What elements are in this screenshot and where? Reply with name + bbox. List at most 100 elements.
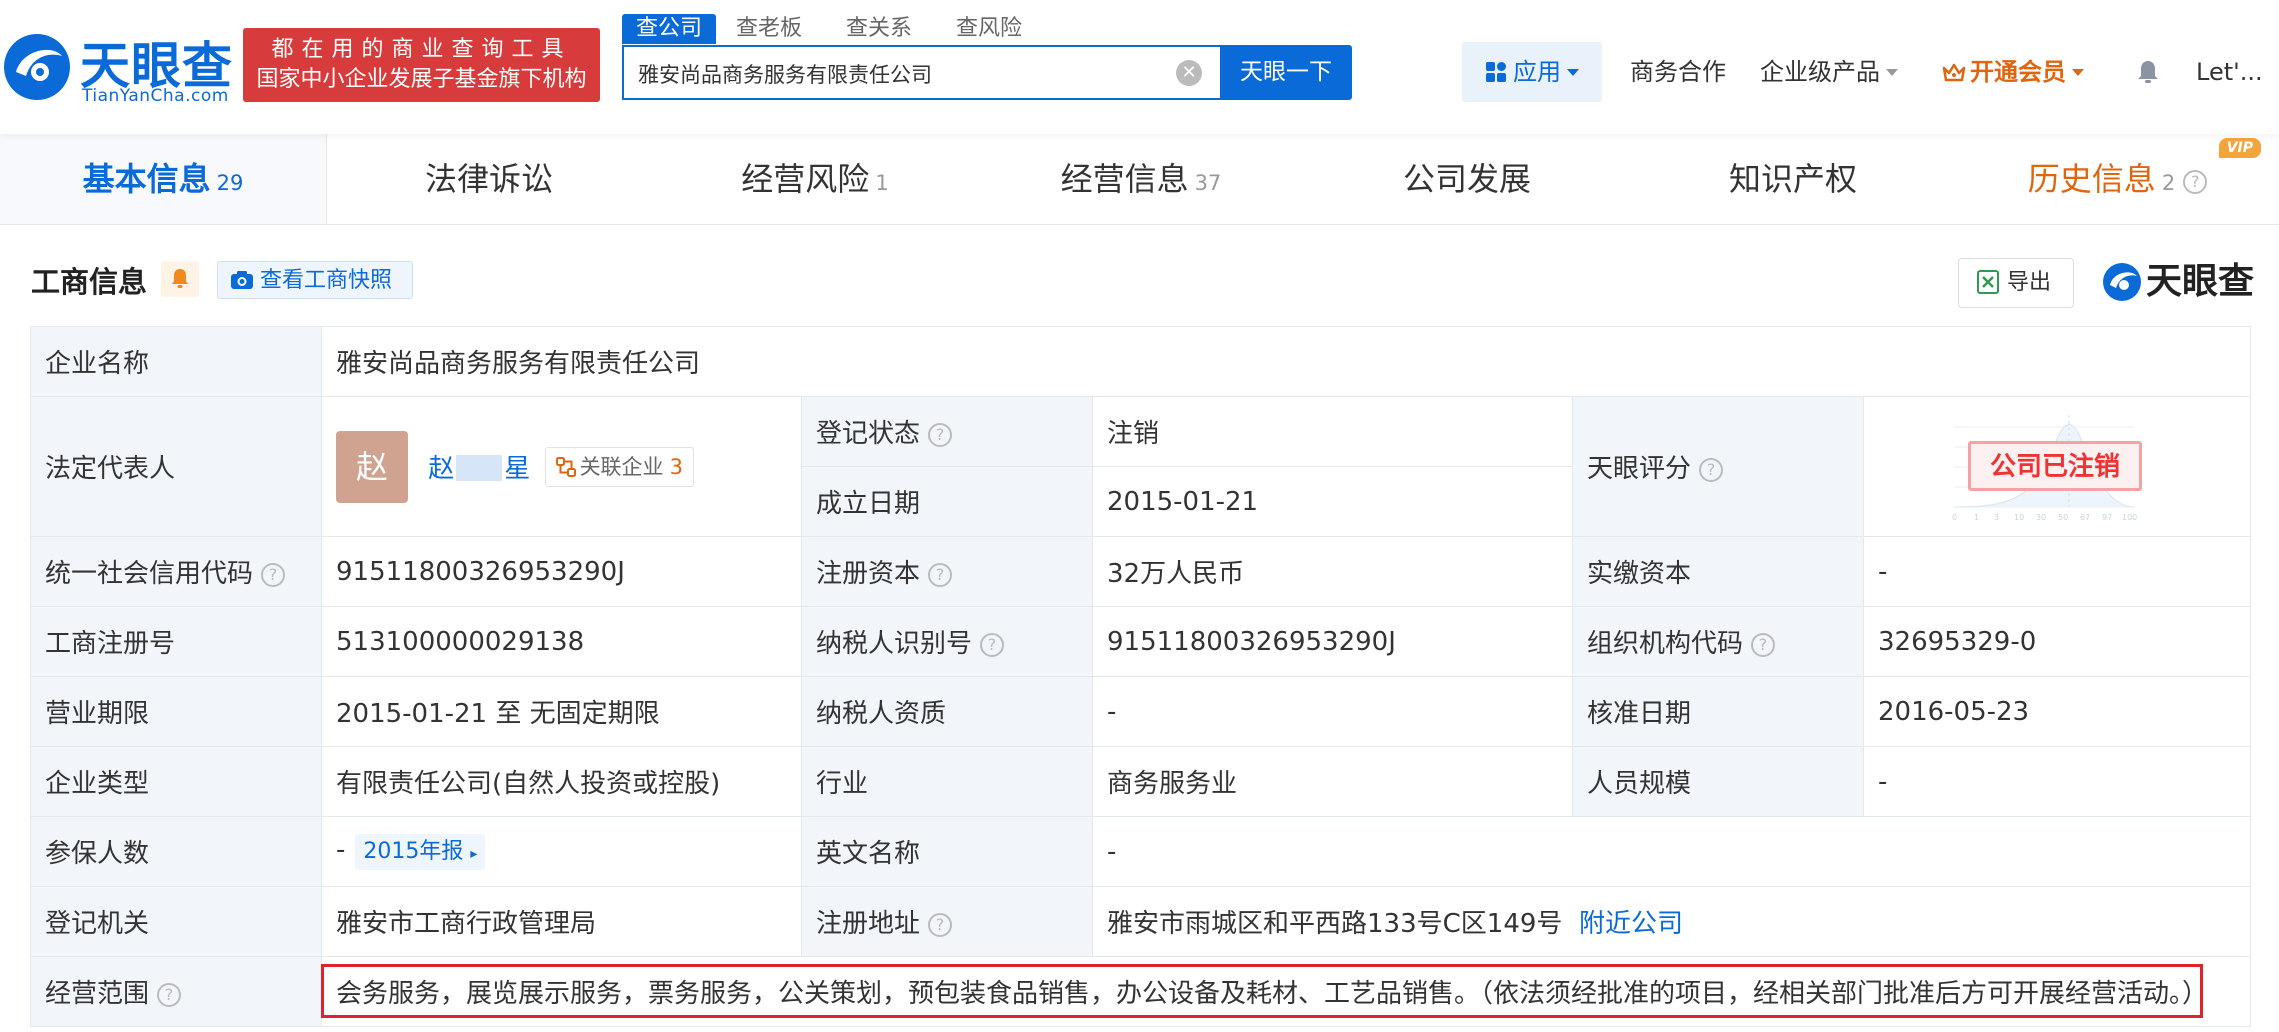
tab-legal[interactable]: 法律诉讼 bbox=[326, 134, 652, 224]
help-icon[interactable]: ? bbox=[261, 563, 286, 587]
help-icon[interactable]: ? bbox=[928, 423, 953, 447]
approve-date-label: 核准日期 bbox=[1572, 676, 1864, 747]
section-title: 工商信息 bbox=[31, 265, 148, 299]
snapshot-button[interactable]: 查看工商快照 bbox=[217, 261, 413, 299]
legal-rep-cell: 赵 赵星 关联企业 3 bbox=[321, 396, 802, 537]
staff-label: 人员规模 bbox=[1572, 746, 1864, 817]
logo-mark-icon bbox=[2103, 263, 2141, 301]
help-icon[interactable]: ? bbox=[980, 633, 1005, 657]
reg-status-label: 登记状态? bbox=[801, 396, 1093, 467]
nav-app-label: 应用 bbox=[1513, 58, 1561, 86]
watermark-text: 天眼查 bbox=[2146, 261, 2255, 302]
caret-right-icon: ▸ bbox=[470, 845, 478, 862]
monitor-bell[interactable] bbox=[161, 261, 199, 297]
legal-rep-name[interactable]: 赵星 bbox=[428, 448, 530, 485]
taxpayer-qual-label: 纳税人资质 bbox=[801, 676, 1093, 747]
search-tab-boss[interactable]: 查老板 bbox=[722, 14, 816, 44]
search-tab-relation[interactable]: 查关系 bbox=[832, 14, 926, 44]
english-name-value: - bbox=[1091, 816, 2252, 887]
founded-value: 2015-01-21 bbox=[1092, 466, 1573, 537]
excel-icon bbox=[1977, 270, 1999, 294]
scope-value: 会务服务，展览展示服务，票务服务，公关策划，预包装食品销售，办公设备及耗材、工艺… bbox=[320, 956, 2252, 1027]
credit-code-label: 统一社会信用代码? bbox=[30, 536, 322, 607]
company-name-value: 雅安尚品商务服务有限责任公司 bbox=[320, 326, 2252, 397]
svg-text:50: 50 bbox=[2058, 513, 2068, 522]
tab-ip[interactable]: 知识产权 bbox=[1630, 134, 1956, 224]
address-cell: 雅安市雨城区和平西路133号C区149号 附近公司 bbox=[1091, 886, 2252, 957]
paid-capital-label: 实缴资本 bbox=[1572, 536, 1864, 607]
tab-basic-info[interactable]: 基本信息 29 bbox=[0, 134, 327, 224]
bell-icon bbox=[172, 269, 188, 288]
related-companies-button[interactable]: 关联企业 3 bbox=[544, 446, 694, 487]
industry-value: 商务服务业 bbox=[1092, 746, 1573, 817]
logo-mark-icon bbox=[4, 34, 70, 100]
nav-app-menu[interactable]: 应用 bbox=[1462, 42, 1602, 102]
company-name-label: 企业名称 bbox=[30, 326, 322, 397]
table-row: 法定代表人 赵 赵星 关联企业 3 登记状态? 注销 天眼评分? 0 1 3 1… bbox=[30, 396, 2252, 537]
founded-label: 成立日期 bbox=[801, 466, 1093, 537]
nav-enterprise-label: 企业级产品 bbox=[1760, 58, 1880, 86]
english-name-label: 英文名称 bbox=[801, 816, 1093, 887]
clear-icon[interactable]: ✕ bbox=[1176, 60, 1202, 86]
user-menu[interactable]: Let'... bbox=[2196, 42, 2263, 102]
help-icon[interactable]: ? bbox=[1699, 458, 1724, 482]
table-row: 企业类型 有限责任公司(自然人投资或控股) 行业 商务服务业 人员规模 - bbox=[30, 746, 2252, 817]
address-value: 雅安市雨城区和平西路133号C区149号 bbox=[1107, 909, 1563, 939]
notification-bell[interactable] bbox=[2134, 42, 2162, 102]
org-code-label: 组织机构代码? bbox=[1572, 606, 1864, 677]
tab-operating-info[interactable]: 经营信息 37 bbox=[978, 134, 1304, 224]
avatar[interactable]: 赵 bbox=[336, 430, 408, 503]
insured-value: - bbox=[336, 834, 346, 865]
help-icon[interactable]: ? bbox=[928, 563, 953, 587]
relation-icon bbox=[555, 456, 576, 477]
slogan-line-2: 国家中小企业发展子基金旗下机构 bbox=[256, 67, 587, 92]
table-row: 营业期限 2015-01-21 至 无固定期限 纳税人资质 - 核准日期 201… bbox=[30, 676, 2252, 747]
svg-text:30: 30 bbox=[2036, 513, 2046, 522]
crown-icon bbox=[1942, 63, 1966, 82]
export-button[interactable]: 导出 bbox=[1958, 258, 2074, 308]
snapshot-label: 查看工商快照 bbox=[260, 268, 393, 293]
svg-text:10: 10 bbox=[2014, 513, 2024, 522]
score-cell: 0 1 3 10 30 50 67 97 100 公司已注销 bbox=[1862, 396, 2252, 537]
export-label: 导出 bbox=[2007, 270, 2052, 295]
nav-enterprise-products[interactable]: 企业级产品 bbox=[1760, 42, 1898, 102]
taxpayer-id-label: 纳税人识别号? bbox=[801, 606, 1093, 677]
term-value: 2015-01-21 至 无固定期限 bbox=[321, 676, 802, 747]
help-icon[interactable]: ? bbox=[157, 983, 182, 1007]
help-icon[interactable]: ? bbox=[928, 913, 953, 937]
slogan-banner: 都在用的商业查询工具 国家中小企业发展子基金旗下机构 bbox=[243, 28, 600, 102]
search-tab-company[interactable]: 查公司 bbox=[622, 14, 717, 44]
tianyancha-logo[interactable]: 天眼查 TianYanCha.com bbox=[2, 28, 232, 108]
nearby-companies-link[interactable]: 附近公司 bbox=[1579, 909, 1683, 939]
address-label: 注册地址? bbox=[801, 886, 1093, 957]
cancelled-stamp: 公司已注销 bbox=[1968, 441, 2142, 491]
search-input[interactable] bbox=[636, 47, 1180, 100]
reg-status-value: 注销 bbox=[1092, 396, 1573, 467]
reg-capital-label: 注册资本? bbox=[801, 536, 1093, 607]
tab-history[interactable]: 历史信息 2? VIP bbox=[1956, 134, 2279, 224]
table-row: 企业名称 雅安尚品商务服务有限责任公司 bbox=[30, 326, 2252, 397]
org-code-value: 32695329-0 bbox=[1862, 606, 2252, 677]
business-info-table: 企业名称 雅安尚品商务服务有限责任公司 法定代表人 赵 赵星 关联企业 3 登记状… bbox=[30, 326, 2252, 1027]
industry-label: 行业 bbox=[801, 746, 1093, 817]
top-header: 天眼查 TianYanCha.com 都在用的商业查询工具 国家中小企业发展子基… bbox=[0, 0, 2279, 134]
help-icon[interactable]: ? bbox=[2183, 170, 2208, 194]
reg-capital-value: 32万人民币 bbox=[1092, 536, 1573, 607]
tab-development[interactable]: 公司发展 bbox=[1304, 134, 1630, 224]
nav-vip[interactable]: 开通会员 bbox=[1942, 42, 2084, 102]
search-button[interactable]: 天眼一下 bbox=[1220, 45, 1352, 100]
nav-business[interactable]: 商务合作 bbox=[1630, 42, 1726, 102]
approve-date-value: 2016-05-23 bbox=[1862, 676, 2252, 747]
type-label: 企业类型 bbox=[30, 746, 322, 817]
annual-report-link[interactable]: 2015年报 ▸ bbox=[355, 833, 486, 870]
search-tab-risk[interactable]: 查风险 bbox=[942, 14, 1036, 44]
help-icon[interactable]: ? bbox=[1751, 633, 1776, 657]
table-row: 登记机关 雅安市工商行政管理局 注册地址? 雅安市雨城区和平西路133号C区14… bbox=[30, 886, 2252, 957]
chevron-down-icon bbox=[1567, 69, 1579, 76]
authority-value: 雅安市工商行政管理局 bbox=[321, 886, 802, 957]
search-type-tabs: 查公司 查老板 查关系 查风险 bbox=[622, 14, 1052, 44]
tab-operating-risk[interactable]: 经营风险 1 bbox=[652, 134, 978, 224]
svg-text:100: 100 bbox=[2122, 513, 2137, 522]
vip-badge: VIP bbox=[2218, 138, 2261, 158]
svg-text:67: 67 bbox=[2080, 513, 2090, 522]
